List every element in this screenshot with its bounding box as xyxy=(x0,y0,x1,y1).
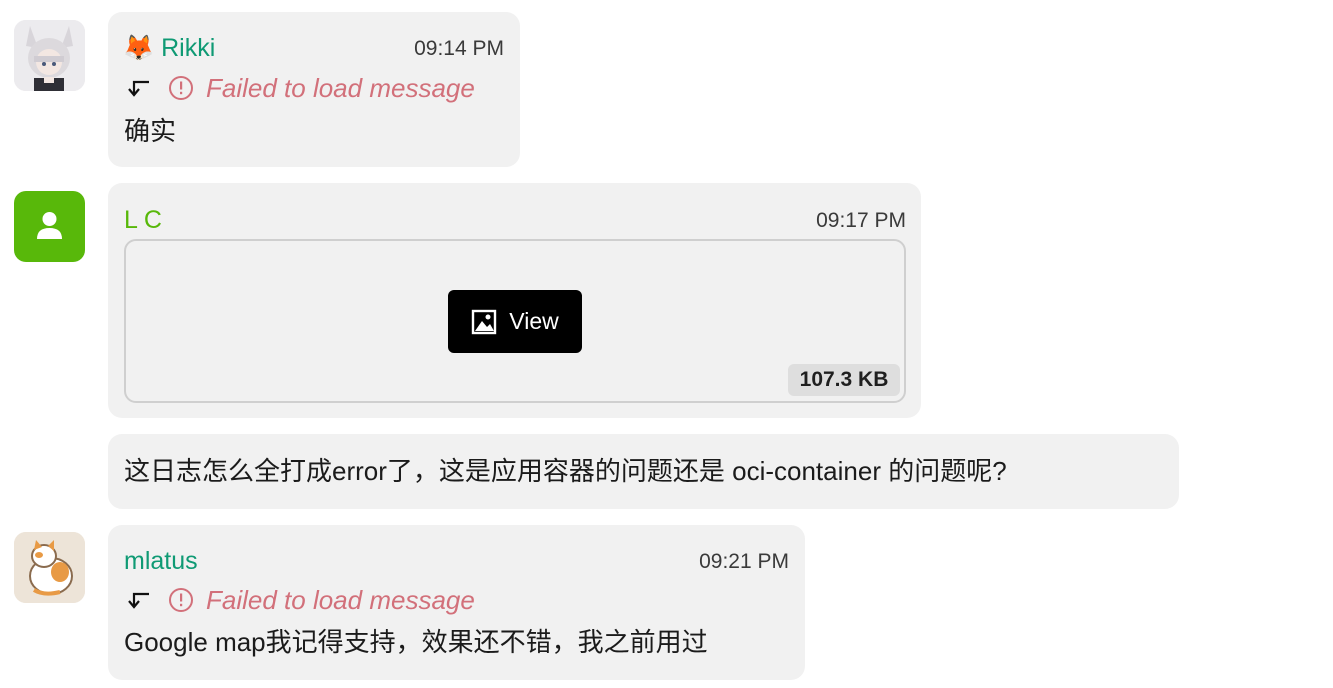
message-bubble-continuation: 这日志怎么全打成error了，这是应用容器的问题还是 oci-container… xyxy=(108,434,1179,509)
reply-preview[interactable]: Failed to load message xyxy=(126,73,475,103)
message-bubble-lc: L C 09:17 PM View 107.3 KB xyxy=(108,183,921,418)
cat-avatar-icon xyxy=(14,532,85,603)
reply-error-text: Failed to load message xyxy=(206,585,475,615)
image-attachment: View 107.3 KB xyxy=(124,239,906,403)
message-bubble-mlatus: mlatus 09:21 PM Failed to load message G… xyxy=(108,525,805,680)
message-text: Google map我记得支持，效果还不错，我之前用过 xyxy=(124,627,708,657)
file-size-badge: 107.3 KB xyxy=(788,364,900,396)
anime-girl-avatar-icon xyxy=(14,20,85,91)
message-time: 09:14 PM xyxy=(414,37,504,60)
user-icon xyxy=(37,212,62,239)
message-text: 确实 xyxy=(124,116,177,146)
message-text: 这日志怎么全打成error了，这是应用容器的问题还是 oci-container… xyxy=(124,456,1007,486)
avatar-rikki[interactable] xyxy=(14,20,85,91)
sender-name-mlatus[interactable]: mlatus xyxy=(124,546,198,576)
sender-name-rikki[interactable]: 🦊 Rikki xyxy=(123,33,215,63)
avatar-mlatus[interactable] xyxy=(14,532,85,603)
view-image-button[interactable]: View xyxy=(448,290,582,353)
message-bubble-rikki: 🦊 Rikki 09:14 PM Failed to load message … xyxy=(108,12,520,167)
message-time: 09:21 PM xyxy=(699,550,789,573)
reply-arrow-icon xyxy=(128,80,149,97)
sender-name-lc[interactable]: L C xyxy=(124,205,162,235)
reply-error-text: Failed to load message xyxy=(206,73,475,103)
avatar-lc[interactable] xyxy=(14,191,85,262)
reply-arrow-icon xyxy=(128,592,149,609)
view-button-label: View xyxy=(509,308,559,334)
error-icon xyxy=(169,76,193,100)
image-icon xyxy=(472,309,497,334)
error-icon xyxy=(169,588,193,612)
message-time: 09:17 PM xyxy=(816,209,906,232)
fox-emoji: 🦊 xyxy=(123,34,155,62)
reply-preview[interactable]: Failed to load message xyxy=(126,585,475,615)
sender-name-label: Rikki xyxy=(161,34,216,62)
